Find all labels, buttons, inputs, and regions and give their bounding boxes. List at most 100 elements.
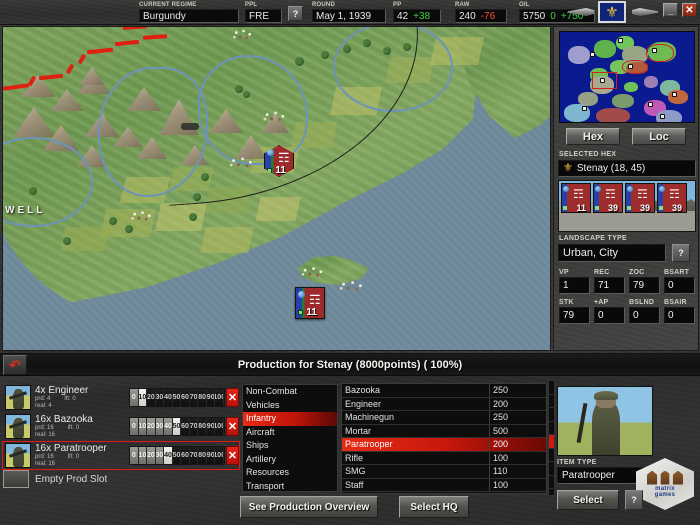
bar-segment[interactable]: 30 [156, 447, 165, 464]
bar-segment[interactable]: 90 [207, 389, 216, 406]
allegiance-icon [298, 291, 305, 298]
item-row-paratrooper[interactable]: Paratrooper 200 [342, 438, 546, 452]
category-non-combat[interactable]: Non-Combat [243, 385, 337, 399]
bar-segment[interactable]: 0 [130, 447, 139, 464]
category-infantry[interactable]: Infantry [243, 412, 337, 426]
bar-segment[interactable]: 80 [198, 418, 207, 435]
oil-delta: 0 [550, 10, 556, 23]
bar-segment[interactable]: 40 [164, 389, 173, 406]
bar-segment[interactable]: 90 [207, 447, 216, 464]
bar-segment[interactable]: 20 [147, 389, 156, 406]
item-list[interactable]: Bazooka 250 Engineer 200 Machinegun 250 … [341, 383, 547, 494]
select-button[interactable]: Select [557, 490, 619, 510]
category-aircraft[interactable]: Aircraft [243, 426, 337, 440]
item-row-machinegun[interactable]: Machinegun 250 [342, 411, 546, 425]
forest-icon [29, 187, 37, 195]
bar-segment[interactable]: 40 [164, 418, 173, 435]
production-help-button[interactable]: ? [625, 490, 643, 510]
bar-segment[interactable]: 100 [215, 418, 224, 435]
bar-segment[interactable]: 100 [215, 389, 224, 406]
stack-unit[interactable]: ☶ 11 [561, 183, 591, 213]
stat-raw: RAW 240 -76 [455, 1, 507, 23]
bar-segment[interactable]: 0 [130, 389, 139, 406]
back-button[interactable]: ↶ [3, 355, 27, 375]
delete-slot-button[interactable]: ✕ [226, 446, 239, 465]
game-map[interactable]: ☶ 11 ☶ 11 WELL [2, 26, 551, 351]
category-vehicles[interactable]: Vehicles [243, 399, 337, 413]
stack-unit[interactable]: ☶ 39 [625, 183, 655, 213]
delete-slot-button[interactable]: ✕ [226, 417, 239, 436]
bar-segment[interactable]: 70 [190, 447, 199, 464]
bar-segment[interactable]: 70 [190, 389, 199, 406]
field-vp: VP 1 [559, 269, 590, 294]
bar-segment[interactable]: 20 [147, 418, 156, 435]
select-hq-button[interactable]: Select HQ [399, 496, 469, 518]
bar-segment[interactable]: 30 [156, 418, 165, 435]
fleur-de-lis-icon: ⚜ [598, 1, 626, 23]
bar-segment[interactable]: 90 [207, 418, 216, 435]
item-row-rifle[interactable]: Rifle 100 [342, 452, 546, 466]
field-value-ap: 0 [594, 307, 625, 324]
forest-icon [343, 45, 351, 53]
production-level-bar[interactable]: 0 10 20 30 40 50 60 70 80 90 100 [129, 417, 225, 436]
bar-segment[interactable]: 100 [215, 447, 224, 464]
see-production-overview-button[interactable]: See Production Overview [240, 496, 378, 518]
category-transport[interactable]: Transport [243, 480, 337, 494]
bar-segment[interactable]: 60 [181, 447, 190, 464]
stack-unit[interactable]: ☶ 39 [593, 183, 623, 213]
bar-segment[interactable]: 50 [173, 447, 182, 464]
bar-segment[interactable]: 50 [173, 389, 182, 406]
slot-info: 16x Bazooka prd: 16lft: 0 real: 16 [35, 414, 127, 439]
wing-right-icon [632, 8, 658, 16]
bar-segment[interactable]: 60 [181, 418, 190, 435]
production-level-bar[interactable]: 0 10 20 30 40 50 60 70 80 90 100 [129, 388, 225, 407]
bar-segment[interactable]: 20 [147, 447, 156, 464]
bar-segment[interactable]: 10 [139, 389, 148, 406]
item-row-bazooka[interactable]: Bazooka 250 [342, 384, 546, 398]
bar-segment[interactable]: 80 [198, 447, 207, 464]
bar-segment[interactable]: 0 [130, 418, 139, 435]
category-artillery[interactable]: Artillery [243, 453, 337, 467]
close-button[interactable]: ✕ [682, 3, 697, 17]
strip-cell [549, 449, 554, 463]
pp-delta: +38 [413, 10, 430, 23]
unit-counter-island[interactable]: ☶ 11 [295, 287, 325, 319]
empty-slot-label: Empty Prod Slot [35, 474, 107, 485]
empty-production-slot[interactable]: Empty Prod Slot [3, 470, 107, 488]
bar-segment[interactable]: 40 [164, 447, 173, 464]
item-row-staff[interactable]: Staff 100 [342, 479, 546, 493]
minimap[interactable] [559, 31, 695, 123]
item-name: Machinegun [342, 411, 490, 424]
item-row-smg[interactable]: SMG 110 [342, 465, 546, 479]
production-slot[interactable]: 4x Engineer prd: 4lft: 0 real: 4 0 10 20… [3, 384, 239, 411]
stat-ppl: PPL FRE [245, 1, 282, 23]
category-list[interactable]: Non-Combat Vehicles Infantry Aircraft Sh… [242, 384, 338, 492]
loc-button[interactable]: Loc [632, 128, 686, 145]
landscape-type-label: LANDSCAPE TYPE [559, 235, 627, 242]
category-ships[interactable]: Ships [243, 439, 337, 453]
hex-unit-stack[interactable]: ☶ 11 ☶ 39 ☶ 39 ☶ 39 [558, 180, 696, 232]
item-row-engineer[interactable]: Engineer 200 [342, 398, 546, 412]
category-resources[interactable]: Resources [243, 466, 337, 480]
help-button[interactable]: ? [288, 6, 303, 21]
delete-slot-button[interactable]: ✕ [226, 388, 239, 407]
bar-segment[interactable]: 60 [181, 389, 190, 406]
minimize-button[interactable]: _ [663, 3, 678, 17]
production-level-bar[interactable]: 0 10 20 30 40 50 60 70 80 90 100 [129, 446, 225, 465]
hex-button[interactable]: Hex [566, 128, 620, 145]
town-icon [261, 109, 289, 123]
town-icon [337, 279, 367, 292]
regime-value: Burgundy [143, 10, 186, 23]
minimap-unit-icon [600, 78, 605, 83]
production-slot[interactable]: 16x Bazooka prd: 16lft: 0 real: 16 0 10 … [3, 413, 239, 440]
stack-unit[interactable]: ☶ 39 [657, 183, 687, 213]
bar-segment[interactable]: 10 [139, 447, 148, 464]
item-row-mortar[interactable]: Mortar 500 [342, 425, 546, 439]
landscape-help-button[interactable]: ? [672, 244, 690, 262]
bar-segment[interactable]: 80 [198, 389, 207, 406]
bar-segment[interactable]: 30 [156, 389, 165, 406]
bar-segment[interactable]: 10 [139, 418, 148, 435]
bar-segment[interactable]: 70 [190, 418, 199, 435]
bar-segment[interactable]: 50 [173, 418, 182, 435]
production-slot-selected[interactable]: 16x Paratrooper prd: 16lft: 0 real: 16 0… [3, 442, 239, 469]
